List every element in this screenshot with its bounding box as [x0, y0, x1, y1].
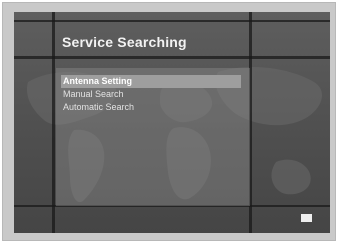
- menu-item-automatic-search[interactable]: Automatic Search: [61, 101, 241, 114]
- search-menu: Antenna Setting Manual Search Automatic …: [56, 68, 250, 206]
- channel-logo-icon: [301, 214, 312, 222]
- grid-line-left: [52, 12, 55, 233]
- grid-line-header: [14, 56, 330, 59]
- grid-line-top: [14, 20, 330, 22]
- menu-item-manual-search[interactable]: Manual Search: [61, 88, 241, 101]
- page-title: Service Searching: [62, 34, 187, 50]
- tv-frame: Service Searching Antenna Setting Manual…: [2, 2, 336, 241]
- tv-screen: Service Searching Antenna Setting Manual…: [14, 12, 330, 233]
- menu-item-antenna-setting[interactable]: Antenna Setting: [61, 75, 241, 88]
